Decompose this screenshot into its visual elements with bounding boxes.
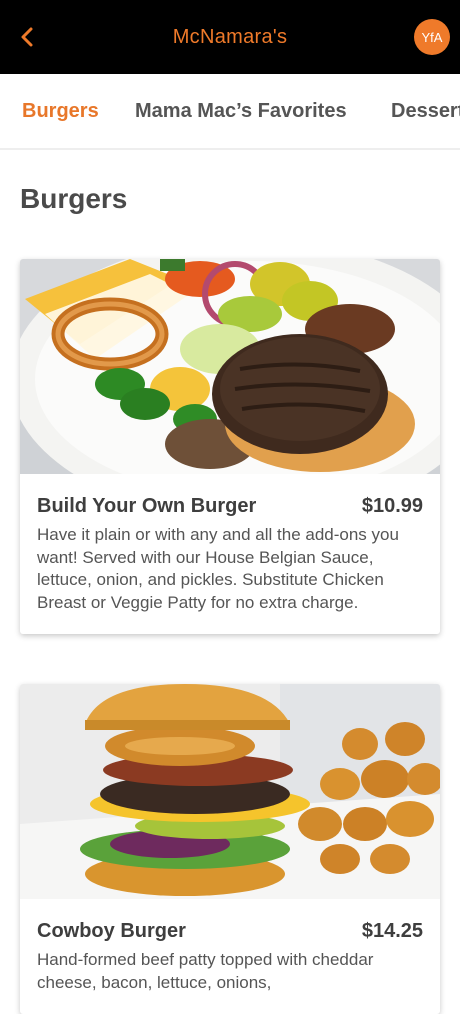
item-name: Cowboy Burger [37,920,186,942]
menu-item-card[interactable]: Build Your Own Burger $10.99 Have it pla… [20,259,440,634]
avatar[interactable]: YfA [414,19,450,55]
top-bar: McNamara's YfA [0,0,460,74]
app-title: McNamara's [172,25,288,48]
item-price: $14.25 [361,920,423,942]
chevron-left-icon [21,27,33,47]
back-button[interactable] [12,22,42,52]
item-description: Have it plain or with any and all the ad… [37,525,399,612]
item-photo [20,259,440,474]
item-price: $10.99 [361,495,423,517]
item-name: Build Your Own Burger [37,495,257,517]
category-tabs: Burgers Mama Mac’s Favorites Desserts [0,74,460,150]
section-title: Burgers [20,183,128,214]
menu-item-card[interactable]: Cowboy Burger $14.25 Hand-formed beef pa… [20,684,440,1014]
item-photo [20,684,440,899]
tab-burgers[interactable]: Burgers [22,100,99,123]
tab-desserts[interactable]: Desserts [391,100,460,123]
item-description: Hand-formed beef patty topped with chedd… [37,950,374,992]
tab-mama-macs-favorites[interactable]: Mama Mac’s Favorites [135,100,347,123]
